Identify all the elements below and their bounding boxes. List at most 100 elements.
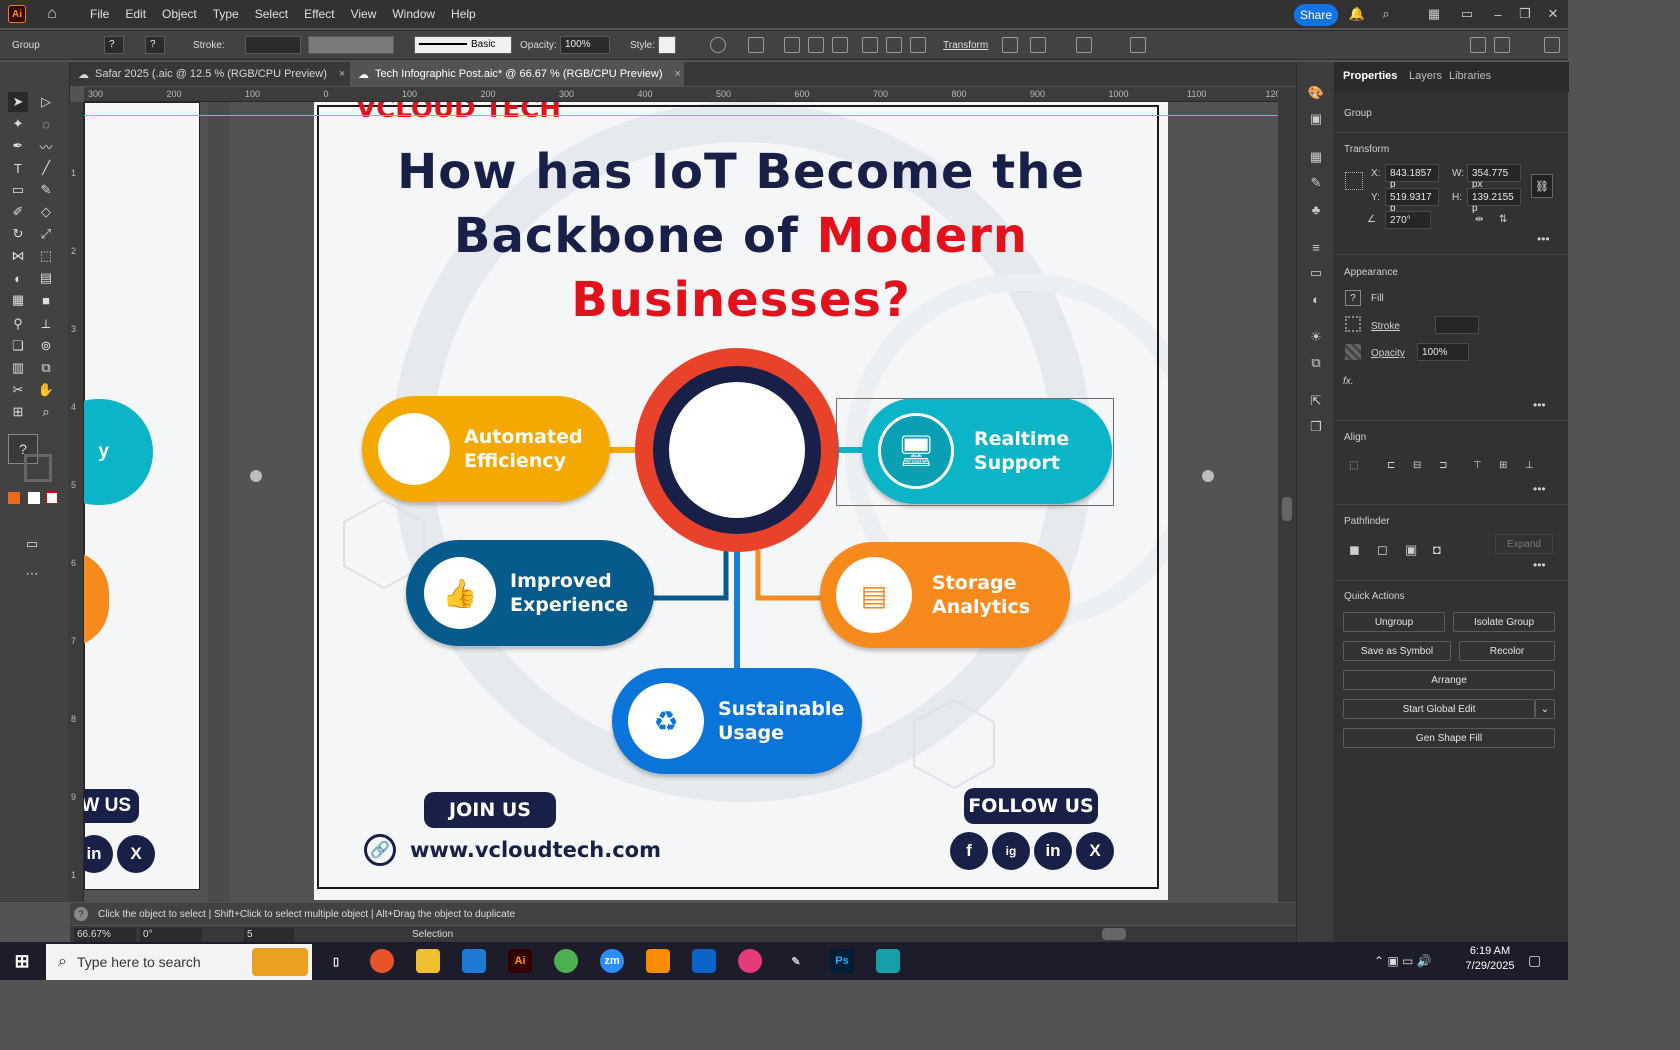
more-tools-icon[interactable]: ⋯ [22,564,42,584]
close-icon[interactable]: ✕ [1545,6,1561,22]
align-left-icon[interactable]: ⊏ [1387,460,1395,471]
export-icon[interactable]: ⇱ [1307,392,1325,410]
menu-file[interactable]: File [82,7,117,21]
screen-mode-icon[interactable]: ▭ [22,534,42,554]
hand-tool-icon[interactable]: ✋ [36,380,56,400]
menu-effect[interactable]: Effect [296,7,342,21]
xampp-icon[interactable] [646,949,670,973]
menu-edit[interactable]: Edit [117,7,154,21]
stroke-swatch[interactable]: ? [145,36,165,54]
stroke-panel-icon[interactable]: ≡ [1307,238,1325,256]
restore-icon[interactable]: ❐ [1517,6,1533,22]
recolor-icon[interactable] [710,37,726,53]
fill-swatch[interactable]: ? [104,36,124,54]
mesh-tool-icon[interactable]: ▦ [8,290,28,310]
stroke-weight-field[interactable] [245,36,301,54]
unite-icon[interactable]: ◼ [1349,542,1360,558]
line-tool-icon[interactable]: ╱ [36,158,56,178]
none-mode-icon[interactable] [46,492,58,504]
align-top-icon[interactable]: ⊤ [1473,460,1482,471]
angle-field[interactable]: 270° [1385,211,1431,229]
tab-libraries[interactable]: Libraries [1449,70,1491,82]
workspace-icon[interactable]: ▦ [1426,6,1442,22]
shaper-tool-icon[interactable]: ✐ [8,202,28,222]
horizontal-scroll-thumb[interactable] [1102,928,1126,940]
eraser-icon[interactable]: ◇ [36,202,56,222]
align-center-icon[interactable] [808,37,824,53]
rotation-field[interactable]: 0° [140,928,202,942]
align-top-icon[interactable] [862,37,878,53]
align-to-icon[interactable]: ⬚ [1349,460,1358,471]
file-explorer-icon[interactable] [416,949,440,973]
reference-point-icon[interactable] [1345,172,1363,190]
intersect-icon[interactable]: ▣ [1405,542,1417,558]
artboard-handle[interactable] [1202,470,1214,482]
slice-tool-icon[interactable]: ✂ [8,380,28,400]
tray-icons[interactable]: ⌃ ▣ ▭ 🔊 [1374,954,1432,968]
pen-tool-icon[interactable]: ✒ [8,136,28,156]
canvas[interactable]: y W US in X VCLOUD TECH How has IoT Beco… [84,102,1278,902]
arrange-icon[interactable] [1470,37,1486,53]
chrome-icon[interactable] [554,949,578,973]
properties-panel-icon[interactable]: ▣ [1307,110,1325,128]
selection-bounding-box[interactable] [836,398,1114,506]
photoshop-icon[interactable]: Ps [830,949,854,973]
chevron-down-icon[interactable]: ⌄ [1535,699,1555,719]
quick-action-icon[interactable] [1130,37,1146,53]
scale-tool-icon[interactable]: ⤢ [36,224,56,244]
isolate-icon[interactable] [1002,37,1018,53]
more-options-icon[interactable]: ••• [1533,398,1546,412]
print-tiling-icon[interactable]: ⊞ [8,402,28,422]
tab-close-button[interactable]: × [339,68,345,80]
windows-start-icon[interactable]: ⊞ [10,949,34,973]
notifications-icon[interactable]: ▢ [1528,952,1541,969]
artboard-tool-icon[interactable]: ⧉ [36,358,56,378]
share-button[interactable]: Share [1294,4,1338,26]
align-bottom-icon[interactable] [910,37,926,53]
expand-button[interactable]: Expand [1495,534,1553,554]
more-options-icon[interactable]: ••• [1533,482,1546,496]
menu-select[interactable]: Select [247,7,296,21]
ungroup-button[interactable]: Ungroup [1343,612,1445,632]
shape-builder-icon[interactable]: ◐ [8,268,28,288]
scroll-thumb[interactable] [1282,497,1292,521]
h-field[interactable]: 139.2155 p [1467,188,1521,214]
magic-wand-icon[interactable]: ✦ [8,114,28,134]
brushes-icon[interactable]: ✎ [1307,174,1325,192]
arrange-docs-icon[interactable]: ▭ [1459,6,1475,22]
bell-icon[interactable]: 🔔 [1349,6,1365,22]
live-paint-icon[interactable]: ▤ [36,268,56,288]
measure-icon[interactable]: ⟂ [36,314,56,334]
help-icon[interactable]: ? [74,907,88,921]
align-hcenter-icon[interactable]: ⊟ [1413,460,1421,471]
flip-vertical-icon[interactable]: ⇅ [1499,214,1507,225]
distribute-icon[interactable] [1494,37,1510,53]
task-view-icon[interactable]: ▯ [324,949,348,973]
tab-safar[interactable]: ☁ Safar 2025 (.aic @ 12.5 % (RGB/CPU Pre… [70,62,348,86]
taskbar-search[interactable]: ⌕ Type here to search [46,944,312,980]
stroke-label[interactable]: Stroke [1371,321,1400,332]
selection-tool-icon[interactable]: ➤ [8,92,28,112]
align-vcenter-icon[interactable]: ⊞ [1499,460,1507,471]
brush-definition[interactable]: Basic [414,36,512,54]
align-bottom-icon[interactable]: ⊥ [1525,460,1534,471]
opacity-label[interactable]: Opacity [1371,348,1405,359]
symbol-sprayer-icon[interactable]: ⊚ [36,336,56,356]
perspective-icon[interactable] [1076,37,1092,53]
zoom-icon[interactable]: zm [600,949,624,973]
graphic-styles-icon[interactable]: ⧉ [1307,354,1325,372]
recolor-button[interactable]: Recolor [1459,641,1555,661]
width-tool-icon[interactable]: ⋈ [8,246,28,266]
free-transform-icon[interactable]: ⬚ [36,246,56,266]
stroke-weight-field[interactable] [1435,316,1479,334]
more-options-icon[interactable]: ••• [1537,232,1550,246]
fill-swatch[interactable]: ? [1345,290,1361,306]
stroke-swatch[interactable] [1345,316,1361,332]
exclude-icon[interactable]: ◘ [1433,542,1441,557]
arrange-button[interactable]: Arrange [1343,670,1555,690]
lasso-icon[interactable]: ◌ [36,114,56,134]
isolate-group-button[interactable]: Isolate Group [1453,612,1555,632]
menu-object[interactable]: Object [154,7,205,21]
zoom-field[interactable]: 66.67% [74,928,136,942]
appearance-icon[interactable]: ☀ [1307,328,1325,346]
